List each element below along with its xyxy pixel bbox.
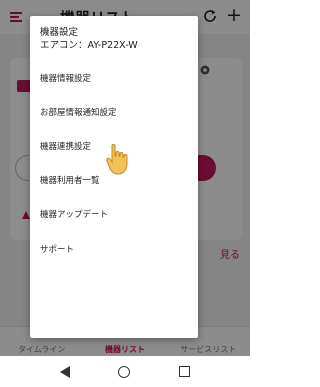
menu-item-device-info[interactable]: 機器情報設定 <box>40 73 91 85</box>
menu-item-device-link[interactable]: 機器連携設定 <box>40 141 91 153</box>
menu-subtitle: エアコン：AY-P22X-W <box>40 40 138 51</box>
menu-item-room-notify[interactable]: お部屋情報通知設定 <box>40 107 117 119</box>
recent-apps-icon[interactable] <box>178 366 190 377</box>
device-settings-menu: 機器設定 エアコン：AY-P22X-W 機器情報設定 お部屋情報通知設定 機器連… <box>30 16 198 338</box>
menu-item-support[interactable]: サポート <box>40 244 74 256</box>
menu-item-device-users[interactable]: 機器利用者一覧 <box>40 175 100 187</box>
menu-title: 機器設定 <box>40 27 79 38</box>
back-icon[interactable] <box>60 365 71 378</box>
menu-header: 機器設定 エアコン：AY-P22X-W <box>30 16 198 60</box>
home-icon[interactable] <box>118 365 131 378</box>
menu-item-device-update[interactable]: 機器アップデート <box>40 209 108 221</box>
pointing-hand-icon <box>102 142 136 176</box>
system-navigation-bar <box>0 356 250 387</box>
